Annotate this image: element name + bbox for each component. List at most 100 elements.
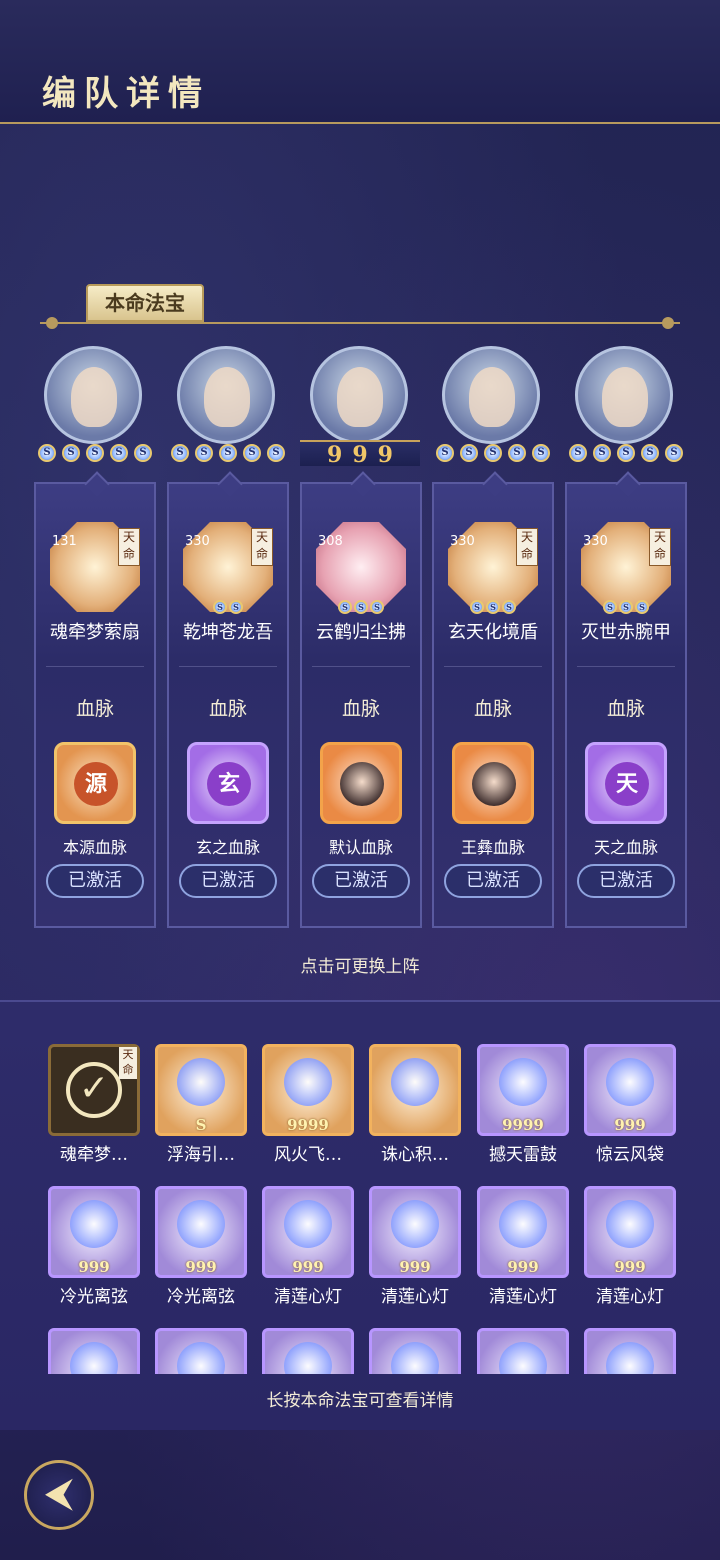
artifact-stars: SSS <box>302 596 420 615</box>
star-icon: 9 <box>352 442 368 468</box>
star-icon: S <box>110 443 128 462</box>
treasure-item[interactable] <box>369 1328 461 1374</box>
divider <box>312 666 410 667</box>
star-icon: S <box>370 599 384 614</box>
artifact-name: 乾坤苍龙吾 <box>183 622 273 643</box>
character-card[interactable]: 131 天命 魂牵梦萦扇 血脉 源 本源血脉 已激活 <box>34 482 156 928</box>
treasure-name: 清莲心灯 <box>274 1287 342 1307</box>
star-icon: S <box>195 443 213 462</box>
artifact-stars: SS <box>169 596 287 615</box>
treasure-item[interactable]: 999 冷光离弦 <box>155 1186 247 1316</box>
treasure-name: 冷光离弦 <box>167 1287 235 1307</box>
star-icon: S <box>219 443 237 462</box>
star-rating: 999 <box>507 1258 539 1276</box>
character-card[interactable]: 330 天命 SSS 灭世赤腕甲 血脉 天 天之血脉 已激活 <box>565 482 687 928</box>
treasure-item[interactable]: 999 惊云风袋 <box>584 1044 676 1174</box>
bloodline-title: 血脉 <box>606 698 645 720</box>
treasure-art-icon <box>606 1200 654 1248</box>
bloodline-icon[interactable]: 天 <box>585 742 667 824</box>
treasure-item[interactable]: 999 清莲心灯 <box>262 1186 354 1316</box>
artifact-name: 玄天化境盾 <box>448 622 538 643</box>
treasure-name: 清莲心灯 <box>596 1287 664 1307</box>
star-icon: S <box>508 443 526 462</box>
treasure-name: 惊云风袋 <box>596 1145 664 1165</box>
treasure-art-icon <box>391 1200 439 1248</box>
character-portrait[interactable] <box>442 346 540 444</box>
star-icon: S <box>569 443 587 462</box>
treasure-item[interactable] <box>477 1328 569 1374</box>
bloodline-icon[interactable]: 玄 <box>187 742 269 824</box>
divider <box>179 666 277 667</box>
activated-button[interactable]: 已激活 <box>46 864 144 898</box>
character-portrait[interactable] <box>177 346 275 444</box>
treasure-item[interactable]: ✓ 天命 魂牵梦… <box>48 1044 140 1174</box>
star-icon: S <box>603 599 617 614</box>
character-card[interactable]: 330 天命 SSS 玄天化境盾 血脉 王彝血脉 已激活 <box>432 482 554 928</box>
star-icon: S <box>171 443 189 462</box>
treasure-item[interactable] <box>48 1328 140 1374</box>
artifact-level: 308 <box>318 534 343 549</box>
character-portrait[interactable] <box>44 346 142 444</box>
character-portrait[interactable] <box>575 346 673 444</box>
star-icon: S <box>617 443 635 462</box>
back-arrow-icon[interactable]: ⮜ <box>24 1460 94 1530</box>
treasure-art-icon <box>284 1200 332 1248</box>
bloodline-icon[interactable] <box>452 742 534 824</box>
treasure-item[interactable]: 999 冷光离弦 <box>48 1186 140 1316</box>
check-icon: ✓ <box>66 1062 122 1118</box>
star-rating: 9999 <box>502 1116 544 1134</box>
activated-button[interactable]: 已激活 <box>444 864 542 898</box>
star-icon: S <box>338 599 352 614</box>
bloodline-glyph <box>472 762 516 806</box>
star-rating: 999 <box>185 1258 217 1276</box>
treasure-item[interactable]: 9999 风火飞… <box>262 1044 354 1174</box>
page-title: 编队详情 <box>42 74 210 114</box>
treasure-item[interactable] <box>262 1328 354 1374</box>
activated-button[interactable]: 已激活 <box>179 864 277 898</box>
star-icon: S <box>213 599 227 614</box>
star-icon: S <box>641 443 659 462</box>
artifact-name: 灭世赤腕甲 <box>581 622 671 643</box>
treasure-item[interactable]: 诛心积… <box>369 1044 461 1174</box>
section-tab-natal-treasure[interactable]: 本命法宝 <box>86 284 204 322</box>
divider <box>444 666 542 667</box>
star-rating: SSSSS <box>565 442 687 464</box>
treasure-name: 诛心积… <box>381 1145 449 1165</box>
star-icon: S <box>619 599 633 614</box>
character-card[interactable]: 308 SSS 云鹤归尘拂 血脉 默认血脉 已激活 <box>300 482 422 928</box>
star-rating: S <box>195 1116 207 1134</box>
artifact-stars: SSS <box>434 596 552 615</box>
treasure-item[interactable] <box>584 1328 676 1374</box>
treasure-item[interactable]: 9999 撼天雷鼓 <box>477 1044 569 1174</box>
bloodline-name: 默认血脉 <box>328 838 393 857</box>
character-portrait[interactable] <box>310 346 408 444</box>
star-icon: S <box>86 443 104 462</box>
treasure-item[interactable]: 999 清莲心灯 <box>477 1186 569 1316</box>
artifact-level: 330 <box>185 534 210 549</box>
star-icon: 9 <box>327 442 343 468</box>
treasure-item[interactable]: S 浮海引… <box>155 1044 247 1174</box>
treasure-name: 清莲心灯 <box>381 1287 449 1307</box>
artifact-level: 330 <box>583 534 608 549</box>
tianming-badge: 天命 <box>119 1047 137 1079</box>
activated-button[interactable]: 已激活 <box>312 864 410 898</box>
star-rating: 9999 <box>287 1116 329 1134</box>
bloodline-name: 天之血脉 <box>593 838 658 857</box>
treasure-item[interactable]: 999 清莲心灯 <box>369 1186 461 1316</box>
header: 编队详情 <box>0 0 720 124</box>
star-icon: S <box>134 443 152 462</box>
activated-button[interactable]: 已激活 <box>577 864 675 898</box>
bloodline-icon[interactable]: 源 <box>54 742 136 824</box>
treasure-item[interactable]: 999 清莲心灯 <box>584 1186 676 1316</box>
bloodline-icon[interactable] <box>320 742 402 824</box>
treasure-art-icon <box>499 1058 547 1106</box>
tianming-badge: 天命 <box>118 528 140 566</box>
star-rating: SSSSS <box>34 442 156 464</box>
star-icon: S <box>38 443 56 462</box>
star-icon: 9 <box>377 442 393 468</box>
star-rating: 999 <box>614 1116 646 1134</box>
star-icon: S <box>267 443 285 462</box>
character-card[interactable]: 330 天命 SS 乾坤苍龙吾 血脉 玄 玄之血脉 已激活 <box>167 482 289 928</box>
star-icon: S <box>354 599 368 614</box>
treasure-item[interactable] <box>155 1328 247 1374</box>
